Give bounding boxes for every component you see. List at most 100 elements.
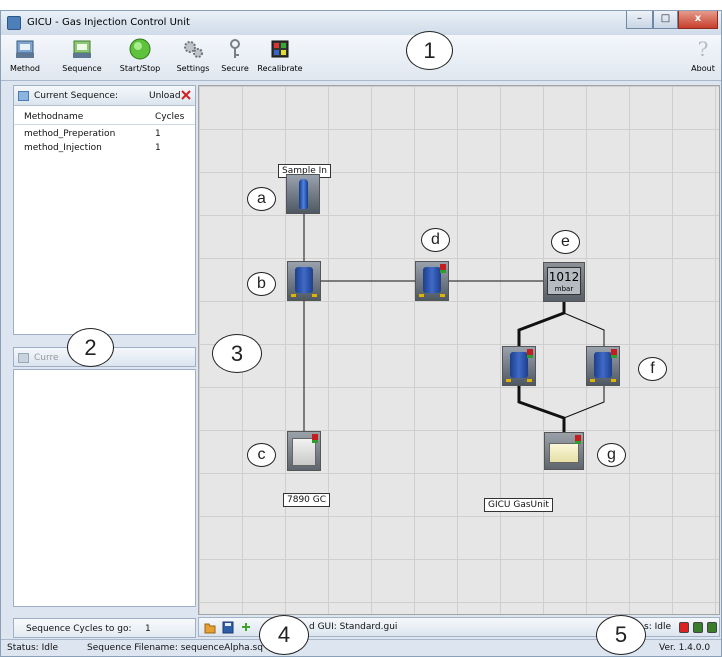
- status-led-red: [679, 622, 689, 633]
- current-sequence-panel: Current Sequence: Unload Methodname Cycl…: [13, 85, 196, 335]
- version-text: Ver. 1.4.0.0: [659, 643, 711, 653]
- callout-c: c: [247, 443, 276, 467]
- status-led-green: [707, 622, 717, 633]
- open-file-icon[interactable]: [204, 621, 216, 634]
- valve-icon: [423, 267, 441, 293]
- secure-label: Secure: [221, 64, 249, 73]
- gas-unit-label: GICU GasUnit: [484, 498, 553, 512]
- port-marker: [611, 379, 616, 382]
- second-panel-body: [13, 369, 196, 607]
- current-sequence-title: Current Sequence:: [34, 91, 119, 101]
- col-cycles: Cycles: [155, 112, 185, 122]
- start-stop-icon: [129, 38, 151, 60]
- sample-cylinder-device[interactable]: [286, 174, 320, 214]
- recalibrate-label: Recalibrate: [257, 64, 303, 73]
- close-icon[interactable]: [180, 89, 192, 101]
- window-title: GICU - Gas Injection Control Unit: [27, 17, 190, 28]
- method-name: method_Preperation: [24, 129, 116, 139]
- maximize-button[interactable]: □: [653, 11, 678, 29]
- method-label: Method: [9, 64, 40, 73]
- start-stop-label: Start/Stop: [119, 64, 161, 73]
- col-methodname: Methodname: [24, 112, 84, 122]
- unload-button[interactable]: Unload: [149, 91, 181, 101]
- gas-unit-icon: [549, 443, 579, 463]
- status-flag-icon: [312, 440, 318, 443]
- callout-f: f: [638, 357, 667, 381]
- help-icon: ?: [698, 38, 709, 60]
- status-text: Status: Idle: [7, 643, 58, 653]
- table-row[interactable]: method_Preperation 1: [14, 127, 195, 141]
- port-marker: [590, 379, 595, 382]
- flow-canvas[interactable]: Sample In 1012 mbar 7890 GC GICU GasUnit: [198, 85, 720, 615]
- gear-icon: [184, 41, 203, 58]
- callout-4: 4: [259, 615, 309, 655]
- cycles-to-go-box: Sequence Cycles to go: 1: [13, 618, 196, 638]
- valve-f1-device[interactable]: [502, 346, 536, 386]
- callout-5: 5: [596, 615, 646, 655]
- sequence-button[interactable]: Sequence: [57, 38, 107, 80]
- main-toolbar: Method Sequence Start/Stop Settings Secu…: [1, 35, 721, 81]
- method-cycles: 1: [155, 143, 161, 153]
- gc-device[interactable]: [287, 431, 321, 471]
- gas-unit-device[interactable]: [544, 432, 584, 470]
- method-icon: [16, 40, 34, 58]
- gas-cylinder-icon: [299, 179, 308, 209]
- connection-lines: [303, 214, 605, 432]
- secure-button[interactable]: Secure: [217, 38, 253, 80]
- settings-button[interactable]: Settings: [173, 38, 213, 80]
- settings-label: Settings: [176, 64, 210, 73]
- key-icon: [230, 39, 240, 58]
- app-window: GICU - Gas Injection Control Unit – □ x …: [0, 10, 722, 657]
- callout-1: 1: [406, 31, 453, 70]
- loaded-gui-text: d GUI: Standard.gui: [309, 622, 398, 632]
- cycles-to-go-label: Sequence Cycles to go:: [26, 624, 132, 634]
- pressure-unit: mbar: [554, 285, 574, 293]
- port-marker: [440, 294, 445, 297]
- callout-e: e: [551, 230, 580, 254]
- port-marker: [291, 294, 296, 297]
- gc-label: 7890 GC: [283, 493, 331, 507]
- recalibrate-icon: [271, 40, 289, 58]
- add-icon[interactable]: [241, 622, 251, 632]
- pressure-gauge-device[interactable]: 1012 mbar: [543, 262, 585, 302]
- method-cycles: 1: [155, 129, 161, 139]
- callout-g: g: [597, 443, 626, 467]
- recalibrate-button[interactable]: Recalibrate: [253, 38, 307, 80]
- callout-b: b: [247, 272, 276, 296]
- callout-d: d: [421, 228, 450, 252]
- port-marker: [419, 294, 424, 297]
- about-button[interactable]: ? About: [689, 38, 717, 80]
- minimize-button[interactable]: –: [626, 11, 653, 29]
- valve-icon: [594, 352, 612, 378]
- table-icon: [18, 91, 29, 101]
- svg-text:?: ?: [698, 38, 709, 60]
- save-icon[interactable]: [222, 621, 234, 634]
- valve-b-device[interactable]: [287, 261, 321, 301]
- callout-3: 3: [212, 334, 262, 373]
- sequence-filename: Sequence Filename: sequenceAlpha.sq: [87, 643, 263, 653]
- valve-f2-device[interactable]: [586, 346, 620, 386]
- status-led-green: [693, 622, 703, 633]
- status-flag-icon: [440, 270, 446, 273]
- sequence-icon: [73, 40, 91, 58]
- method-name: method_Injection: [24, 143, 102, 153]
- method-button[interactable]: Method: [5, 38, 45, 80]
- port-marker: [312, 294, 317, 297]
- valve-d-device[interactable]: [415, 261, 449, 301]
- port-marker: [506, 379, 511, 382]
- valve-icon: [295, 267, 313, 293]
- sequence-label: Sequence: [62, 64, 102, 73]
- valve-icon: [510, 352, 528, 378]
- sequence-table-header: Methodname Cycles: [14, 107, 195, 125]
- close-button[interactable]: x: [678, 11, 718, 29]
- table-icon: [18, 353, 29, 363]
- title-bar: GICU - Gas Injection Control Unit – □ x: [1, 11, 721, 35]
- port-marker: [527, 379, 532, 382]
- table-row[interactable]: method_Injection 1: [14, 141, 195, 155]
- current-sequence-header: Current Sequence: Unload: [14, 86, 195, 106]
- pressure-value: 1012: [548, 270, 580, 284]
- status-flag-icon: [611, 355, 617, 358]
- start-stop-button[interactable]: Start/Stop: [115, 38, 165, 80]
- run-status-text: s: Idle: [644, 622, 671, 632]
- second-panel-title: Curre: [34, 353, 59, 363]
